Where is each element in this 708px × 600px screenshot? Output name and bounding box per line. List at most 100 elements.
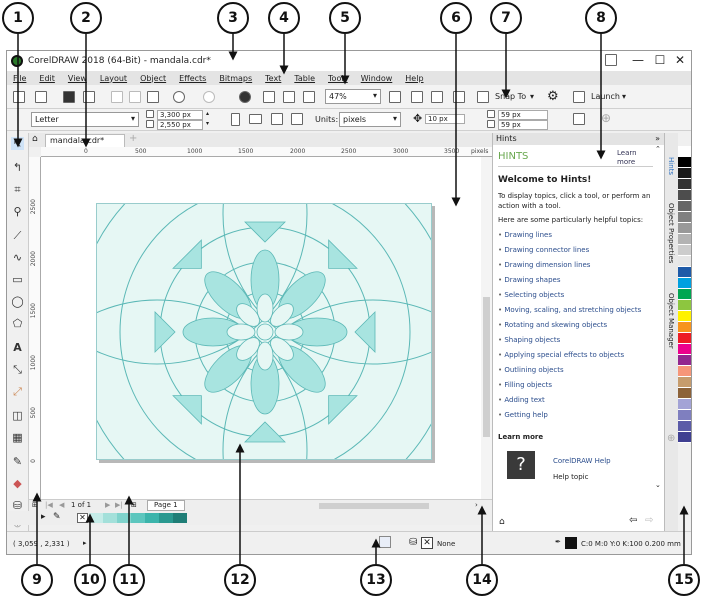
hint-topic-link[interactable]: Moving, scaling, and stretching objects bbox=[498, 306, 641, 314]
menu-window[interactable]: Window bbox=[361, 74, 393, 83]
no-color-swatch[interactable]: ✕ bbox=[77, 513, 88, 523]
color-proof-icon[interactable] bbox=[379, 536, 391, 548]
home-icon[interactable]: ⌂ bbox=[32, 134, 38, 144]
color-swatch[interactable] bbox=[678, 344, 691, 355]
menu-view[interactable]: View bbox=[68, 74, 87, 83]
show-guidelines-icon[interactable] bbox=[453, 91, 465, 103]
full-screen-icon[interactable] bbox=[389, 91, 401, 103]
tab-hints[interactable]: Hints bbox=[667, 157, 675, 175]
menu-text[interactable]: Text bbox=[265, 74, 281, 83]
docker-scroll-up-icon[interactable]: ⌃ bbox=[655, 145, 661, 153]
text-tool-icon[interactable]: A bbox=[11, 341, 24, 354]
color-swatch[interactable] bbox=[678, 256, 691, 267]
connector-tool-icon[interactable]: ⤢ bbox=[11, 385, 24, 398]
document-tab[interactable]: mandala.cdr* bbox=[45, 134, 125, 147]
parallel-dimension-icon[interactable]: ⤡ bbox=[11, 363, 24, 376]
page-height-field[interactable]: 2,550 px bbox=[157, 120, 203, 130]
polygon-tool-icon[interactable]: ⬠ bbox=[11, 317, 24, 330]
menu-table[interactable]: Table bbox=[294, 74, 315, 83]
color-swatch[interactable] bbox=[678, 366, 691, 377]
cut-icon[interactable] bbox=[111, 91, 123, 103]
color-swatch[interactable] bbox=[678, 432, 691, 443]
menu-object[interactable]: Object bbox=[140, 74, 166, 83]
all-pages-icon[interactable] bbox=[271, 113, 283, 125]
crop-tool-icon[interactable]: ⌗ bbox=[11, 183, 24, 196]
fill-none-swatch[interactable]: ✕ bbox=[421, 537, 433, 549]
outline-color-swatch[interactable] bbox=[565, 537, 577, 549]
hint-topic-link[interactable]: Drawing dimension lines bbox=[498, 261, 590, 269]
undo-icon[interactable] bbox=[173, 91, 185, 103]
docker-close-icon[interactable]: » bbox=[655, 133, 660, 145]
hint-topic-link[interactable]: Selecting objects bbox=[498, 291, 564, 299]
transparency-icon[interactable]: ▦ bbox=[11, 431, 24, 444]
color-swatch[interactable] bbox=[678, 289, 691, 300]
add-page-after-icon[interactable]: ⊞ bbox=[131, 501, 137, 509]
import-icon[interactable] bbox=[263, 91, 275, 103]
vertical-scroll-thumb[interactable] bbox=[483, 297, 490, 437]
page-size-combo[interactable]: Letter bbox=[31, 112, 139, 127]
options-gear-icon[interactable]: ⚙ bbox=[547, 89, 559, 104]
save-icon[interactable] bbox=[63, 91, 75, 103]
search-content-icon[interactable] bbox=[239, 91, 251, 103]
menu-tools[interactable]: Tools bbox=[328, 74, 348, 83]
horizontal-scrollbar[interactable] bbox=[319, 503, 429, 509]
add-preset-icon[interactable]: ⊕ bbox=[601, 111, 611, 125]
show-grid-icon[interactable] bbox=[431, 91, 443, 103]
snap-to-icon[interactable] bbox=[477, 91, 489, 103]
artistic-media-icon[interactable]: ∿ bbox=[11, 251, 24, 264]
prev-page-icon[interactable]: ◀ bbox=[59, 501, 64, 509]
color-swatch[interactable] bbox=[678, 399, 691, 410]
account-icon[interactable] bbox=[605, 54, 617, 66]
ellipse-tool-icon[interactable]: ◯ bbox=[11, 295, 24, 308]
color-swatch[interactable] bbox=[678, 190, 691, 201]
color-swatch[interactable] bbox=[678, 421, 691, 432]
vertical-ruler[interactable]: 2500 2000 1500 1000 500 0 bbox=[29, 157, 41, 505]
doc-color-swatch[interactable] bbox=[131, 513, 145, 523]
add-docker-icon[interactable]: ⊕ bbox=[667, 433, 675, 444]
menu-help[interactable]: Help bbox=[405, 74, 423, 83]
doc-color-swatch[interactable] bbox=[145, 513, 159, 523]
color-swatch[interactable] bbox=[678, 311, 691, 322]
color-swatch[interactable] bbox=[678, 212, 691, 223]
interactive-fill-icon[interactable]: ◆ bbox=[11, 477, 24, 490]
menu-edit[interactable]: Edit bbox=[39, 74, 55, 83]
treat-as-filled-icon[interactable] bbox=[573, 113, 585, 125]
color-swatch[interactable] bbox=[678, 179, 691, 190]
color-swatch[interactable] bbox=[678, 410, 691, 421]
duplicate-x-field[interactable]: 59 px bbox=[498, 110, 548, 120]
rectangle-tool-icon[interactable]: ▭ bbox=[11, 273, 24, 286]
add-page-icon[interactable]: ⊞ bbox=[32, 501, 38, 509]
color-swatch[interactable] bbox=[678, 245, 691, 256]
color-swatch[interactable] bbox=[678, 322, 691, 333]
vertical-scrollbar[interactable] bbox=[481, 157, 492, 499]
color-swatch[interactable] bbox=[678, 168, 691, 179]
eyedropper-icon[interactable]: ✎ bbox=[11, 455, 24, 468]
page-tab[interactable]: Page 1 bbox=[147, 500, 185, 511]
doc-color-swatch[interactable] bbox=[89, 513, 103, 523]
color-swatch[interactable] bbox=[678, 300, 691, 311]
publish-pdf-icon[interactable] bbox=[303, 91, 315, 103]
maximize-button[interactable]: ☐ bbox=[651, 53, 669, 67]
color-swatch[interactable] bbox=[678, 355, 691, 366]
hint-topic-link[interactable]: Applying special effects to objects bbox=[498, 351, 624, 359]
hint-topic-link[interactable]: Drawing lines bbox=[498, 231, 552, 239]
duplicate-y-field[interactable]: 59 px bbox=[498, 120, 548, 130]
color-swatch[interactable] bbox=[678, 201, 691, 212]
print-icon[interactable] bbox=[83, 91, 95, 103]
snap-to-button[interactable]: Snap To bbox=[495, 92, 526, 101]
size-spinner-icon[interactable]: ▴ ▾ bbox=[206, 109, 209, 129]
copy-icon[interactable] bbox=[129, 91, 141, 103]
snap-to-dropdown-icon[interactable]: ▾ bbox=[530, 92, 534, 101]
freehand-tool-icon[interactable]: ⟋ bbox=[11, 229, 24, 242]
hint-topic-link[interactable]: Drawing shapes bbox=[498, 276, 560, 284]
docker-back-icon[interactable]: ⇦ bbox=[629, 515, 637, 526]
drop-shadow-icon[interactable]: ◫ bbox=[11, 409, 24, 422]
menu-layout[interactable]: Layout bbox=[100, 74, 127, 83]
nudge-distance-field[interactable]: 10 px bbox=[425, 114, 465, 124]
scroll-right-icon[interactable]: › bbox=[475, 501, 478, 509]
docker-scroll-down-icon[interactable]: ⌄ bbox=[655, 481, 661, 489]
coreldraw-help-link[interactable]: CorelDRAW Help bbox=[553, 457, 611, 465]
minimize-button[interactable]: — bbox=[629, 53, 647, 67]
color-swatch[interactable] bbox=[678, 146, 691, 157]
next-page-icon[interactable]: ▶ bbox=[105, 501, 110, 509]
